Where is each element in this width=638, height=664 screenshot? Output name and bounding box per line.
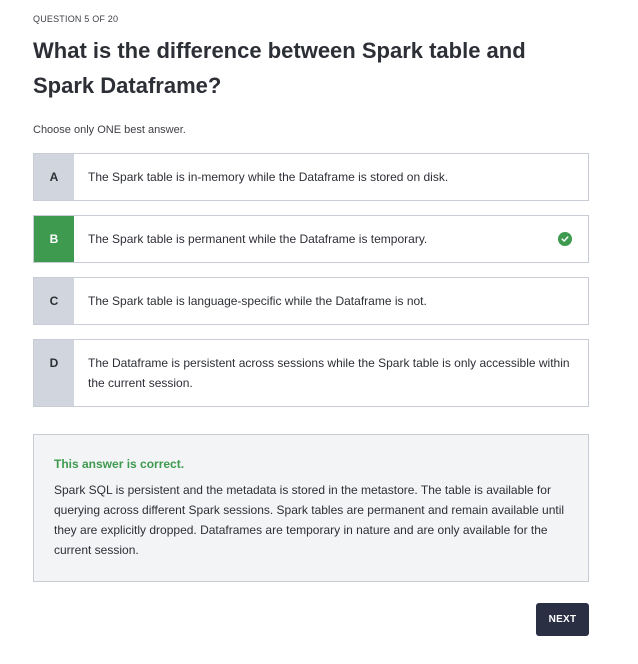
feedback-explanation: Spark SQL is persistent and the metadata… [54, 483, 565, 557]
check-circle-icon [558, 232, 572, 246]
feedback-verdict: This answer is correct. [54, 457, 185, 471]
question-progress: QUESTION 5 OF 20 [33, 14, 119, 24]
answer-instruction: Choose only ONE best answer. [33, 124, 186, 136]
option-letter: C [34, 278, 74, 324]
next-button[interactable]: NEXT [536, 603, 589, 636]
option-text: The Dataframe is persistent across sessi… [88, 356, 570, 390]
answer-option-b[interactable]: B The Spark table is permanent while the… [33, 215, 589, 263]
question-title: What is the difference between Spark tab… [33, 38, 526, 98]
option-letter: D [34, 340, 74, 406]
option-letter: A [34, 154, 74, 200]
answer-option-a[interactable]: A The Spark table is in-memory while the… [33, 153, 589, 201]
option-text: The Spark table is permanent while the D… [88, 232, 428, 246]
answer-option-c[interactable]: C The Spark table is language-specific w… [33, 277, 589, 325]
answer-option-d[interactable]: D The Dataframe is persistent across ses… [33, 339, 589, 407]
option-text: The Spark table is in-memory while the D… [88, 170, 449, 184]
answer-feedback-panel: This answer is correct. Spark SQL is per… [33, 434, 589, 582]
option-letter: B [34, 216, 74, 262]
option-text: The Spark table is language-specific whi… [88, 294, 427, 308]
